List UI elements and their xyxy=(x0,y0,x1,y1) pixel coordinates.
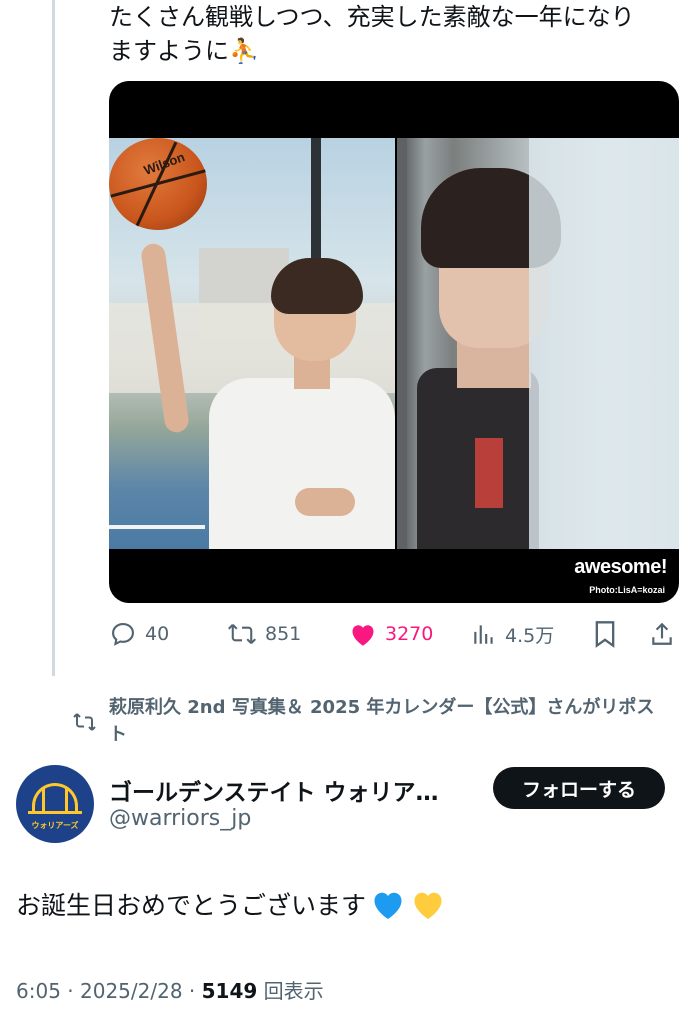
photo-credit: Photo:LisA=kozai xyxy=(589,585,665,595)
basketball-image: Wilson xyxy=(109,138,207,230)
photo-glass-reflection xyxy=(529,138,679,549)
photo-pole xyxy=(311,138,321,268)
repost-count: 851 xyxy=(265,623,302,645)
yellow-heart-icon xyxy=(414,892,442,919)
photo-basketball[interactable]: Wilson xyxy=(109,138,395,549)
photo-portrait[interactable] xyxy=(397,138,679,549)
views-button[interactable]: 4.5万 xyxy=(471,616,554,652)
tweet-view-count: 5149 xyxy=(201,979,258,1003)
ball-brand-text: Wilson xyxy=(141,149,187,178)
views-count: 4.5万 xyxy=(505,624,555,647)
like-count: 3270 xyxy=(385,623,434,645)
tweet-date[interactable]: 2025/2/28 xyxy=(80,979,183,1003)
author-name[interactable]: ゴールデンステイト ウォリア… xyxy=(109,773,439,807)
avatar-logo-text: ウォリアーズ xyxy=(31,821,79,830)
share-button[interactable] xyxy=(649,616,675,652)
bridge-logo-deck xyxy=(28,811,82,814)
photo-portrait-inner xyxy=(475,438,503,508)
bookmark-button[interactable] xyxy=(593,616,617,652)
photo-hand xyxy=(295,488,355,516)
repost-icon xyxy=(227,624,257,644)
tweet-body: お誕生日おめでとうございます xyxy=(16,886,446,922)
photo-shirt xyxy=(209,378,395,549)
repost-button[interactable]: 851 xyxy=(227,616,301,652)
follow-button[interactable]: フォローする xyxy=(493,767,665,809)
bridge-logo-tower-left xyxy=(42,787,45,813)
author-avatar[interactable]: ウォリアーズ xyxy=(16,765,94,843)
thread-connector-line xyxy=(52,0,55,676)
reply-button[interactable]: 40 xyxy=(109,616,169,652)
bridge-logo-arch xyxy=(32,783,78,813)
tweet-media[interactable]: Wilson awesome! Photo:LisA=kozai xyxy=(109,81,679,603)
blue-heart-icon xyxy=(374,892,402,919)
heart-filled-icon xyxy=(352,625,374,646)
tweet-text-line-2: ますように⛹️ xyxy=(109,37,259,65)
repost-notice-text: 萩原利久 2nd 写真集＆ 2025 年カレンダー【公式】さんがリポスト xyxy=(109,697,655,745)
tweet-text: たくさん観戦しつつ、充実した素敵な一年になり ますように⛹️ xyxy=(109,0,679,68)
analytics-icon xyxy=(474,625,493,644)
tweet-text-line-1: たくさん観戦しつつ、充実した素敵な一年になり xyxy=(109,3,635,31)
reply-icon xyxy=(112,623,134,646)
tweet-meta: 6:05 · 2025/2/28 · 5149 回表示 xyxy=(16,979,324,1003)
photo-window-frame xyxy=(397,138,407,549)
photo-court-line xyxy=(109,525,205,529)
bridge-logo-tower-right xyxy=(65,787,68,813)
tweet-time[interactable]: 6:05 xyxy=(16,979,61,1003)
like-button[interactable]: 3270 xyxy=(349,616,433,652)
bookmark-icon xyxy=(595,621,615,648)
photo-hair xyxy=(271,258,363,314)
tweet-body-text: お誕生日おめでとうございます xyxy=(16,891,367,920)
reply-count: 40 xyxy=(145,623,170,645)
repost-small-icon xyxy=(73,713,96,731)
magazine-logo: awesome! xyxy=(574,556,667,578)
tweet-actions: 40 851 3270 4.5万 xyxy=(109,616,679,652)
author-handle[interactable]: @warriors_jp xyxy=(109,806,251,831)
share-icon xyxy=(652,622,672,645)
tweet-view-label: 回表示 xyxy=(263,979,324,1003)
